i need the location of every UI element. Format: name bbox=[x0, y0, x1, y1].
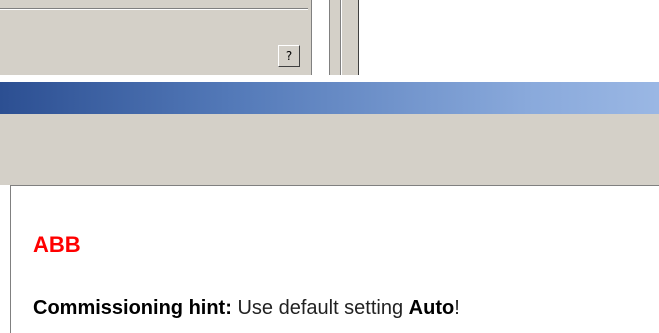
title-bar[interactable] bbox=[0, 82, 659, 114]
brand-logo-text: ABB bbox=[33, 232, 81, 257]
underlying-window: ? bbox=[0, 0, 659, 75]
splitter-groove bbox=[340, 0, 342, 75]
hint-panel: ABB Commissioning hint: Use default sett… bbox=[10, 185, 659, 333]
panel-divider bbox=[0, 8, 308, 10]
hint-label: Commissioning hint: bbox=[33, 297, 232, 319]
commissioning-hint: Commissioning hint: Use default setting … bbox=[33, 298, 460, 318]
top-panel: ? bbox=[0, 0, 312, 75]
help-button[interactable]: ? bbox=[278, 45, 300, 67]
hint-text-after: ! bbox=[454, 297, 460, 319]
hint-text-before: Use default setting bbox=[231, 297, 409, 319]
toolbar-area bbox=[0, 114, 659, 185]
hint-value: Auto bbox=[408, 297, 455, 319]
splitter-handle[interactable] bbox=[329, 0, 359, 75]
